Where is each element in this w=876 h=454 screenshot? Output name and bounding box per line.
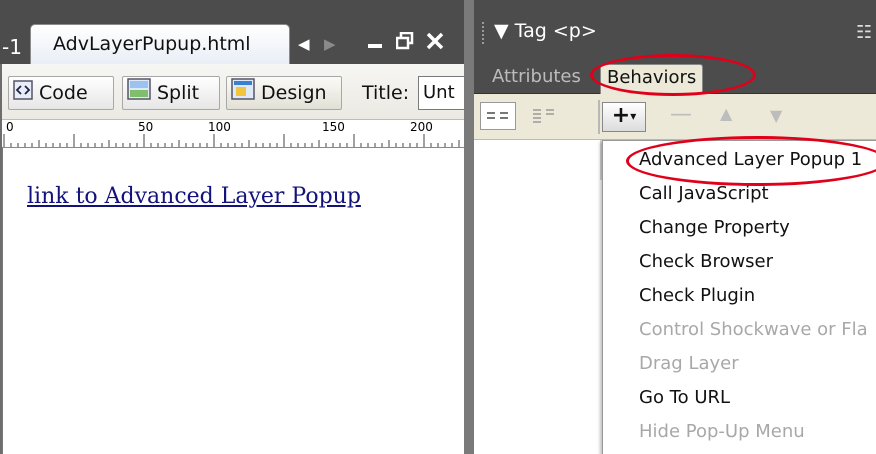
menu-item-change-property[interactable]: Change Property <box>639 217 790 238</box>
ruler-label: 150 <box>322 120 345 134</box>
close-icon[interactable] <box>426 32 444 50</box>
scroll-tabs-left-icon[interactable]: ◀ <box>298 32 310 56</box>
move-down-icon[interactable]: ▼ <box>770 106 782 125</box>
panel-title-bar: ▼ Tag <p> ☷ <box>474 0 876 64</box>
document-toolbar: Code Split Design Title: Unt <box>2 64 466 120</box>
tab-advlayerpupup[interactable]: AdvLayerPupup.html <box>30 24 290 64</box>
menu-item-check-browser[interactable]: Check Browser <box>639 251 773 272</box>
design-view[interactable]: link to Advanced Layer Popup <box>2 148 464 454</box>
menu-item-hide-popup-menu: Hide Pop-Up Menu <box>639 421 805 442</box>
design-icon <box>231 77 255 110</box>
document-link[interactable]: link to Advanced Layer Popup <box>27 184 361 209</box>
restore-icon[interactable] <box>395 31 414 50</box>
design-view-button[interactable]: Design <box>226 76 342 110</box>
document-tab-bar: -1 AdvLayerPupup.html ◀ ▶ <box>0 0 464 64</box>
tab-label: AdvLayerPupup.html <box>53 33 251 55</box>
document-window: -1 AdvLayerPupup.html ◀ ▶ Code Split Des… <box>0 0 466 454</box>
scroll-tabs-right-icon[interactable]: ▶ <box>324 32 336 56</box>
tab-behaviors[interactable]: Behaviors <box>600 64 704 94</box>
design-label: Design <box>261 82 327 104</box>
tab-attributes[interactable]: Attributes <box>492 66 581 87</box>
code-label: Code <box>39 82 88 104</box>
split-icon <box>127 77 151 110</box>
window-divider[interactable] <box>464 0 474 454</box>
menu-item-advanced-layer-popup[interactable]: Advanced Layer Popup 1 <box>639 149 862 170</box>
show-set-events-icon[interactable] <box>480 102 516 130</box>
tag-inspector-panel: ▼ Tag <p> ☷ Attributes Behaviors +▾ — ▲ … <box>474 0 876 454</box>
dropdown-arrow-icon: ▾ <box>630 109 637 123</box>
ruler-label: 200 <box>410 120 433 134</box>
minimize-icon[interactable] <box>368 44 382 48</box>
behaviors-toolbar: +▾ — ▲ ▼ <box>474 94 876 140</box>
panel-tab-strip: Attributes Behaviors <box>474 64 876 94</box>
previous-tab[interactable]: -1 <box>0 30 30 64</box>
split-view-button[interactable]: Split <box>122 76 220 110</box>
move-up-icon[interactable]: ▲ <box>720 104 732 123</box>
menu-item-check-plugin[interactable]: Check Plugin <box>639 285 755 306</box>
ruler-label: 0 <box>6 120 14 134</box>
menu-item-control-shockwave: Control Shockwave or Fla <box>639 319 868 340</box>
remove-behavior-button[interactable]: — <box>670 102 692 127</box>
menu-item-call-javascript[interactable]: Call JavaScript <box>639 183 769 204</box>
ruler-ticks <box>3 134 460 147</box>
code-icon <box>13 78 33 110</box>
ruler-label: 50 <box>138 120 154 134</box>
ruler-label: 100 <box>208 120 231 134</box>
code-view-button[interactable]: Code <box>8 76 114 110</box>
grip-icon[interactable] <box>482 22 488 44</box>
toolbar-divider <box>598 100 600 134</box>
panel-title[interactable]: ▼ Tag <p> <box>494 20 597 42</box>
show-all-events-icon[interactable] <box>526 102 562 130</box>
add-behavior-menu: Advanced Layer Popup 1 Call JavaScript C… <box>602 140 876 454</box>
title-input[interactable]: Unt <box>418 76 466 110</box>
menu-item-go-to-url[interactable]: Go To URL <box>639 387 730 408</box>
add-behavior-button[interactable]: +▾ <box>602 102 646 132</box>
menu-item-drag-layer: Drag Layer <box>639 353 739 374</box>
title-label: Title: <box>362 82 410 104</box>
panel-options-icon[interactable]: ☷ <box>856 22 872 43</box>
plus-icon: + <box>611 103 631 128</box>
split-label: Split <box>157 82 200 104</box>
ruler: 0 50 100 150 200 <box>2 120 464 148</box>
